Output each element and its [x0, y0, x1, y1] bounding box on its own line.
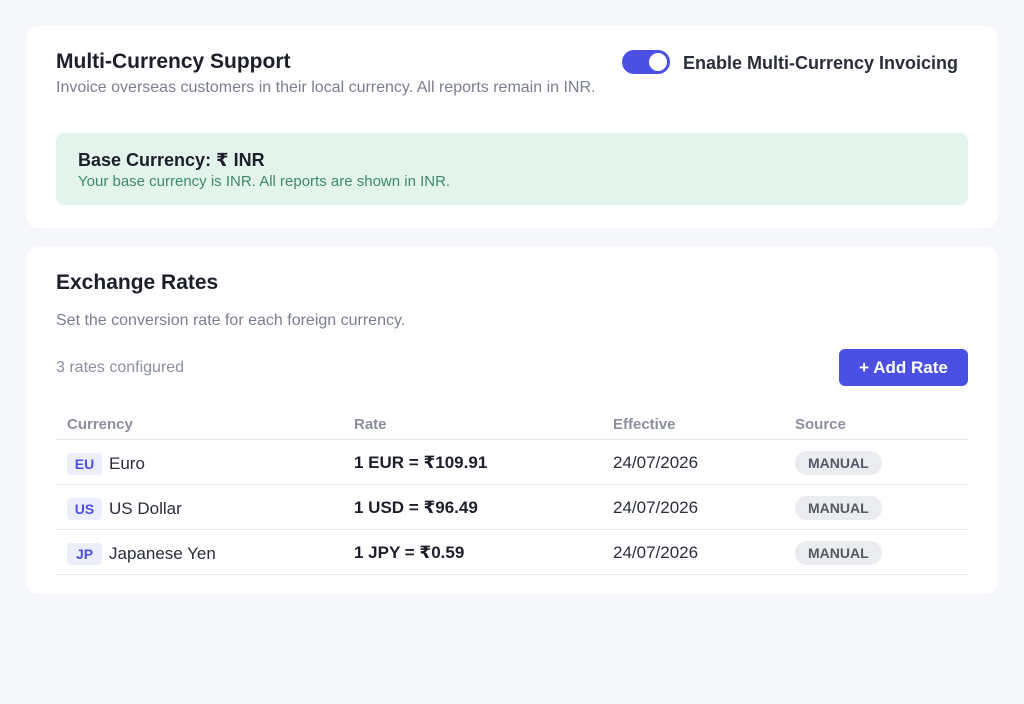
effective-date: 24/07/2026 [613, 498, 699, 517]
table-header: Currency Rate Effective Source [56, 407, 968, 440]
source-badge: MANUAL [795, 496, 882, 520]
column-header-effective: Effective [613, 416, 676, 433]
currency-cell: EU Euro [67, 453, 145, 475]
multi-currency-description: Invoice overseas customers in their loca… [56, 79, 596, 96]
currency-name: US Dollar [109, 499, 182, 518]
rates-count: 3 rates configured [56, 359, 185, 376]
rate-value: 1 JPY = ₹0.59 [354, 543, 465, 562]
exchange-rates-title: Exchange Rates [56, 271, 219, 294]
exchange-rates-description: Set the conversion rate for each foreign… [56, 312, 406, 329]
rate-value: 1 EUR = ₹109.91 [354, 453, 488, 472]
currency-cell: JP Japanese Yen [67, 543, 216, 565]
currency-code-badge: US [67, 498, 102, 520]
effective-date: 24/07/2026 [613, 543, 699, 562]
source-badge: MANUAL [795, 541, 882, 565]
currency-code-badge: JP [67, 543, 102, 565]
add-rate-button[interactable]: + Add Rate [839, 349, 968, 386]
multi-currency-toggle[interactable] [622, 50, 670, 74]
column-header-currency: Currency [67, 416, 133, 433]
toggle-knob [649, 53, 667, 71]
exchange-rates-card: Exchange Rates Set the conversion rate f… [26, 247, 998, 594]
multi-currency-card: Multi-Currency Support Invoice overseas … [26, 26, 998, 228]
currency-code-badge: EU [67, 453, 102, 475]
column-header-source: Source [795, 416, 846, 433]
table-row[interactable]: US US Dollar 1 USD = ₹96.49 24/07/2026 MA… [56, 485, 968, 530]
source-badge: MANUAL [795, 451, 882, 475]
multi-currency-title: Multi-Currency Support [56, 50, 291, 73]
base-currency-box: Base Currency: ₹ INR Your base currency … [56, 133, 968, 205]
currency-cell: US US Dollar [67, 498, 182, 520]
table-row[interactable]: JP Japanese Yen 1 JPY = ₹0.59 24/07/2026 … [56, 530, 968, 575]
base-currency-title: Base Currency: ₹ INR [78, 150, 265, 170]
currency-name: Japanese Yen [109, 544, 216, 563]
exchange-rates-table: Currency Rate Effective Source EU Euro 1 … [56, 407, 968, 575]
table-row[interactable]: EU Euro 1 EUR = ₹109.91 24/07/2026 MANUAL [56, 440, 968, 485]
currency-name: Euro [109, 454, 145, 473]
effective-date: 24/07/2026 [613, 453, 699, 472]
column-header-rate: Rate [354, 416, 387, 433]
base-currency-description: Your base currency is INR. All reports a… [78, 173, 451, 190]
multi-currency-toggle-label[interactable]: Enable Multi-Currency Invoicing [683, 53, 958, 74]
rate-value: 1 USD = ₹96.49 [354, 498, 478, 517]
